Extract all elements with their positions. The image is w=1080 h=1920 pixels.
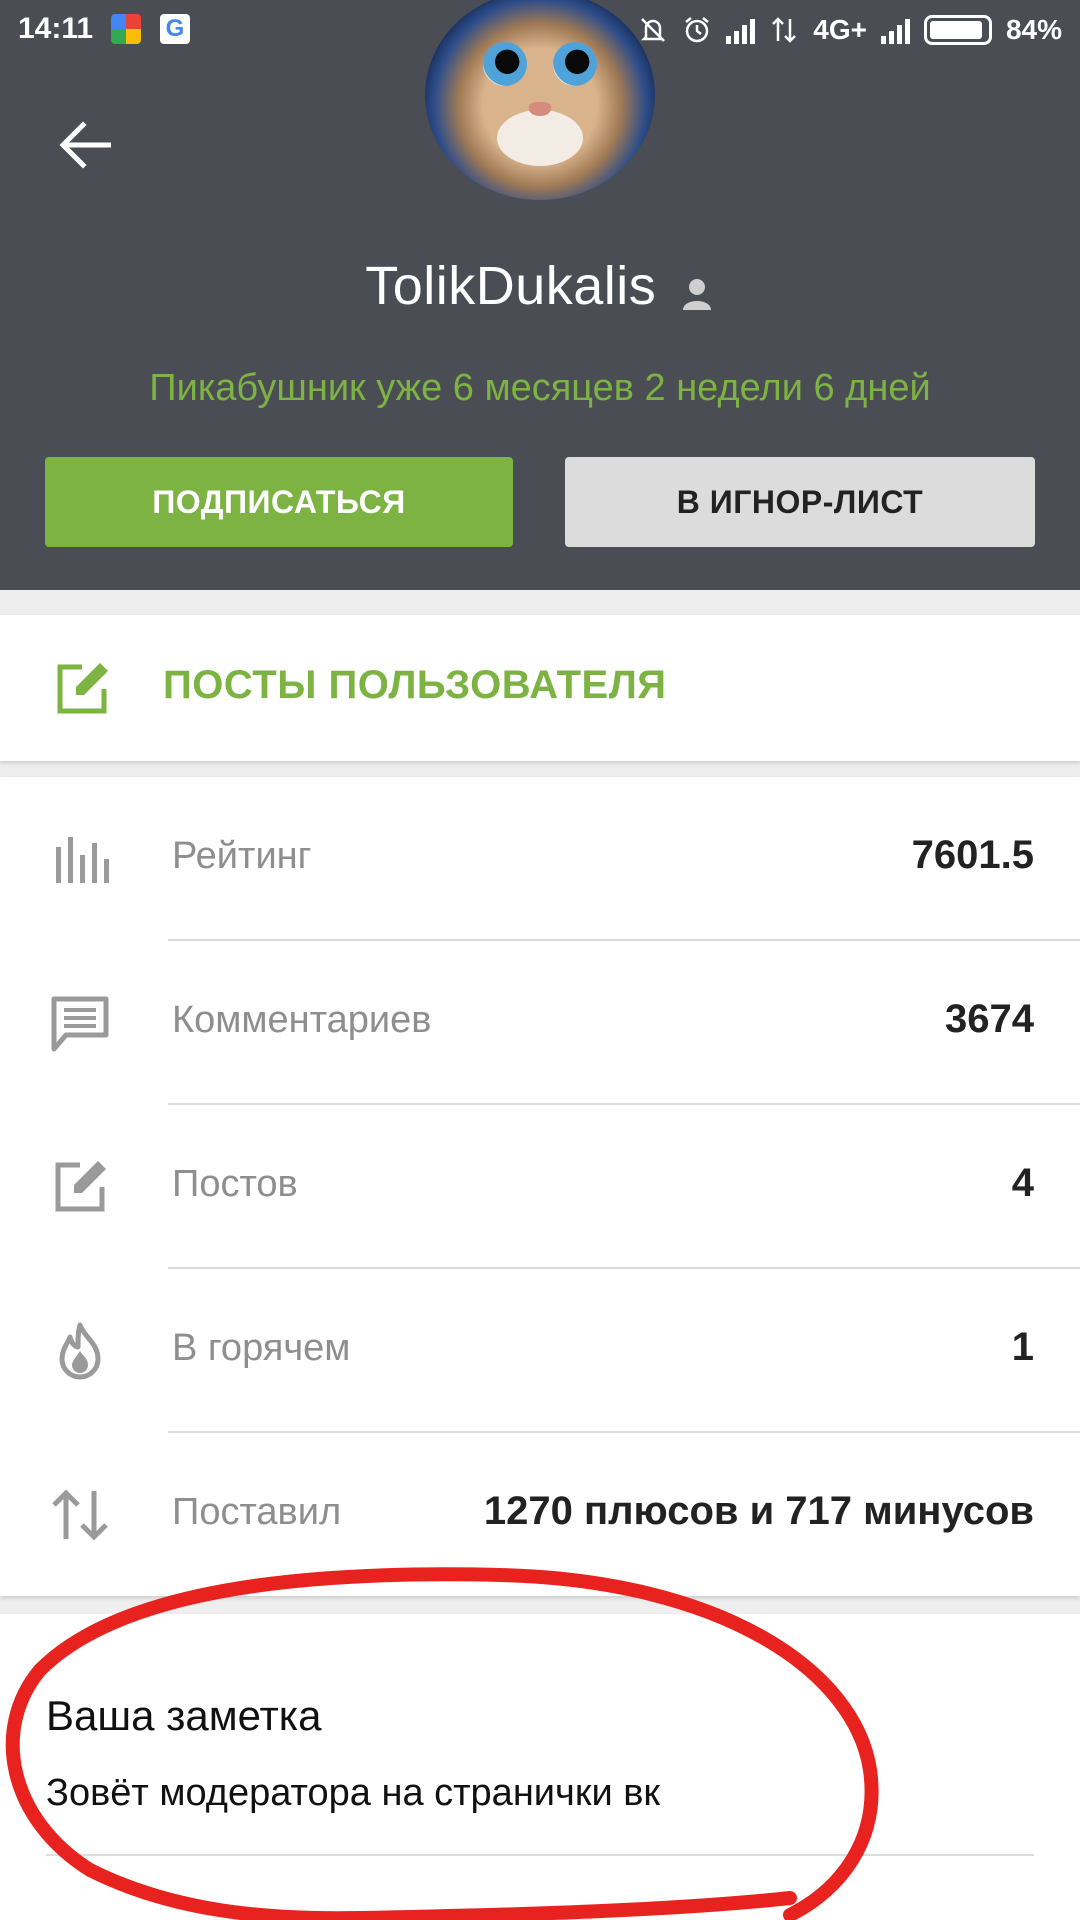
note-divider: [46, 1854, 1034, 1856]
network-type: 4G+: [813, 14, 867, 45]
ignore-list-button[interactable]: В ИГНОР-ЛИСТ: [565, 457, 1035, 547]
stat-value: 3674: [945, 997, 1034, 1041]
username: TolikDukalis: [365, 256, 657, 316]
stat-row-posts: Постов 4: [0, 1105, 1080, 1269]
stat-label: Рейтинг: [172, 835, 312, 877]
note-text: Зовёт модератора на странички вк: [46, 1772, 661, 1814]
bar-chart-icon: [56, 837, 109, 883]
stat-row-rating: Рейтинг 7601.5: [0, 777, 1080, 941]
member-since: Пикабушник уже 6 месяцев 2 недели 6 дней: [149, 367, 931, 409]
stat-label: Поставил: [172, 1491, 342, 1533]
avatar-eye-left: [483, 42, 527, 86]
stat-row-hot: В горячем 1: [0, 1269, 1080, 1433]
edit-icon: [57, 663, 108, 714]
stat-value: 1: [1011, 1325, 1034, 1369]
user-posts-label: ПОСТЫ ПОЛЬЗОВАТЕЛЯ: [163, 663, 667, 707]
stats-card: Рейтинг 7601.5 Комментариев 3674 Постов …: [0, 777, 1080, 1596]
battery-icon: [923, 15, 992, 45]
avatar-muzzle: [497, 110, 583, 166]
stat-value: 7601.5: [911, 833, 1034, 877]
status-right-group: 4G+ 84%: [594, 10, 1062, 50]
stat-label: В горячем: [172, 1327, 351, 1369]
profile-header: 14:11 G 4G+ 84% TolikDukalis Пикабушник …: [0, 0, 1080, 590]
stat-value: 1270 плюсов и 717 минусов: [483, 1489, 1034, 1533]
avatar[interactable]: [425, 0, 655, 200]
subscribe-button[interactable]: ПОДПИСАТЬСЯ: [45, 457, 513, 547]
alarm-off-icon: [638, 15, 668, 45]
avatar-nose: [529, 102, 551, 116]
note-card[interactable]: Ваша заметка Зовёт модератора на странич…: [0, 1614, 1080, 1920]
photos-app-icon: [111, 14, 141, 44]
username-row: TolikDukalis: [0, 255, 1080, 318]
alarm-clock-icon: [682, 15, 712, 45]
comment-icon: [51, 996, 109, 1052]
signal-1-icon: [726, 16, 756, 44]
stat-row-comments: Комментариев 3674: [0, 941, 1080, 1105]
edit-icon: [55, 1161, 106, 1212]
status-time: 14:11: [18, 12, 94, 45]
user-icon: [679, 276, 715, 312]
note-title: Ваша заметка: [46, 1692, 322, 1739]
data-transfer-icon: [769, 15, 799, 45]
fire-icon: [59, 1322, 101, 1380]
signal-2-icon: [880, 16, 910, 44]
user-posts-link[interactable]: ПОСТЫ ПОЛЬЗОВАТЕЛЯ: [0, 615, 1080, 761]
swap-vert-icon: [52, 1489, 108, 1541]
arrow-back-icon: [59, 121, 111, 169]
google-app-icon: G: [160, 14, 190, 44]
stat-row-votes: Поставил 1270 плюсов и 717 минусов: [0, 1433, 1080, 1597]
profile-screen: 14:11 G 4G+ 84% TolikDukalis Пикабушник …: [0, 0, 1080, 1920]
stat-value: 4: [1011, 1161, 1034, 1205]
avatar-eye-right: [553, 42, 597, 86]
back-button[interactable]: [52, 112, 118, 178]
battery-percent: 84%: [1005, 14, 1062, 45]
stat-label: Комментариев: [172, 999, 432, 1041]
stat-label: Постов: [172, 1163, 298, 1205]
